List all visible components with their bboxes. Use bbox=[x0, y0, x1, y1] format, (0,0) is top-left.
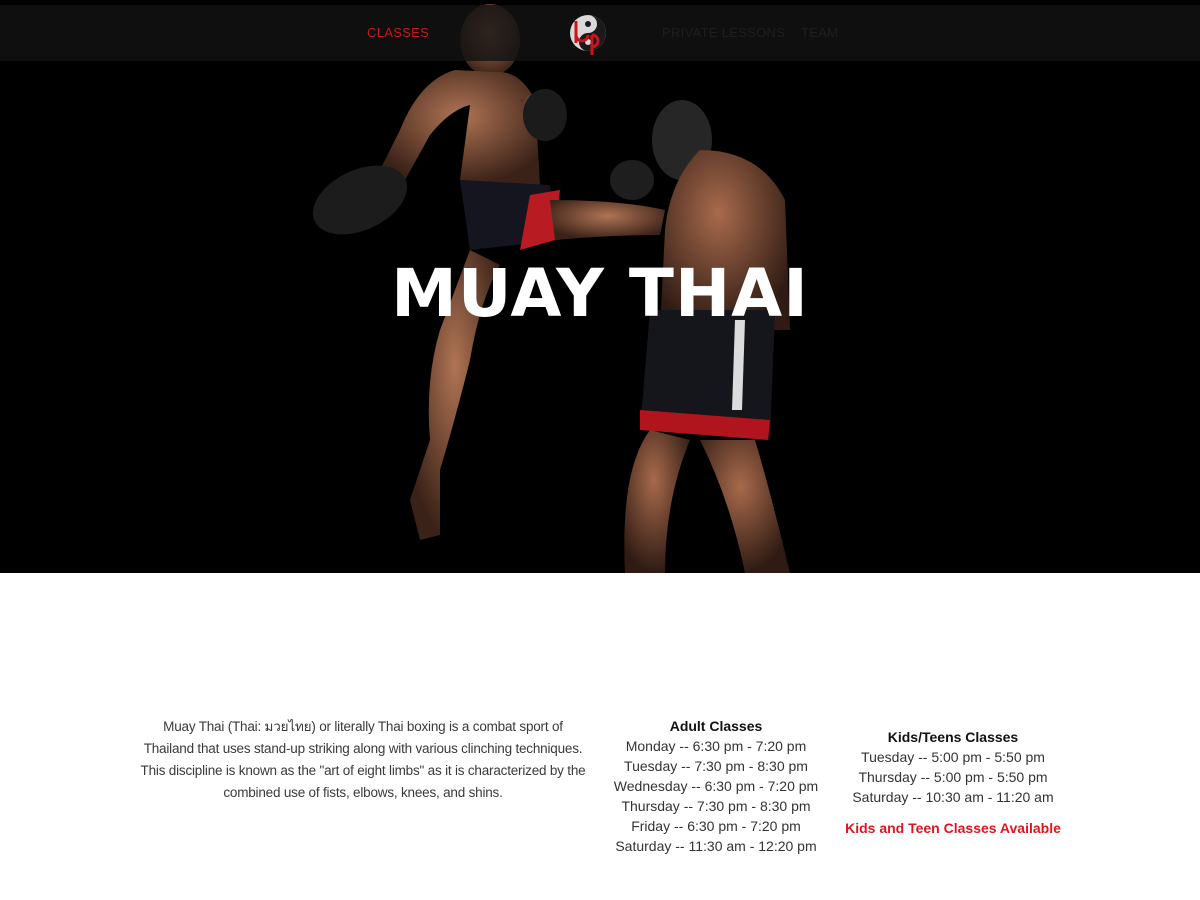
kids-schedule: Kids/Teens Classes Tuesday -- 5:00 pm - … bbox=[843, 727, 1063, 838]
nav-item-team[interactable]: TEAM bbox=[801, 25, 838, 40]
session-item: Thursday -- 5:00 pm - 5:50 pm bbox=[858, 769, 1048, 785]
session-item: Friday -- 6:30 pm - 7:20 pm bbox=[631, 818, 801, 834]
page-title: MUAY THAI bbox=[391, 255, 809, 332]
session-item: Tuesday -- 5:00 pm - 5:50 pm bbox=[861, 749, 1045, 765]
kids-classes-heading: Kids/Teens Classes bbox=[887, 729, 1019, 745]
session-item: Saturday -- 10:30 am - 11:20 am bbox=[852, 789, 1054, 805]
nav-item-classes[interactable]: CLASSES bbox=[367, 25, 429, 40]
class-info-section: Muay Thai (Thai: มวยไทย) or literally Th… bbox=[0, 573, 1200, 900]
hero-section: CLASSES PRIVATE LESSONS TEAM MUAY THAI bbox=[0, 0, 1200, 573]
session-item: Saturday -- 11:30 am - 12:20 pm bbox=[615, 838, 817, 854]
bp-yin-yang-logo-icon[interactable] bbox=[568, 13, 608, 57]
session-item: Monday -- 6:30 pm - 7:20 pm bbox=[625, 738, 807, 754]
nav-item-private-lessons[interactable]: PRIVATE LESSONS bbox=[662, 25, 785, 40]
muay-thai-description: Muay Thai (Thai: มวยไทย) or literally Th… bbox=[140, 719, 586, 800]
kids-classes-available-link[interactable]: Kids and Teen Classes Available bbox=[843, 818, 1063, 838]
session-item: Tuesday -- 7:30 pm - 8:30 pm bbox=[624, 758, 808, 774]
adult-classes-heading: Adult Classes bbox=[669, 718, 763, 734]
top-navbar: CLASSES PRIVATE LESSONS TEAM bbox=[0, 5, 1200, 61]
session-item: Thursday -- 7:30 pm - 8:30 pm bbox=[621, 798, 811, 814]
kids-sessions-list: Tuesday -- 5:00 pm - 5:50 pm Thursday --… bbox=[843, 747, 1063, 807]
adult-sessions-list: Monday -- 6:30 pm - 7:20 pm Tuesday -- 7… bbox=[606, 736, 826, 856]
session-item: Wednesday -- 6:30 pm - 7:20 pm bbox=[613, 778, 819, 794]
right-fighter bbox=[610, 100, 790, 573]
adult-schedule: Adult Classes Monday -- 6:30 pm - 7:20 p… bbox=[606, 716, 826, 856]
